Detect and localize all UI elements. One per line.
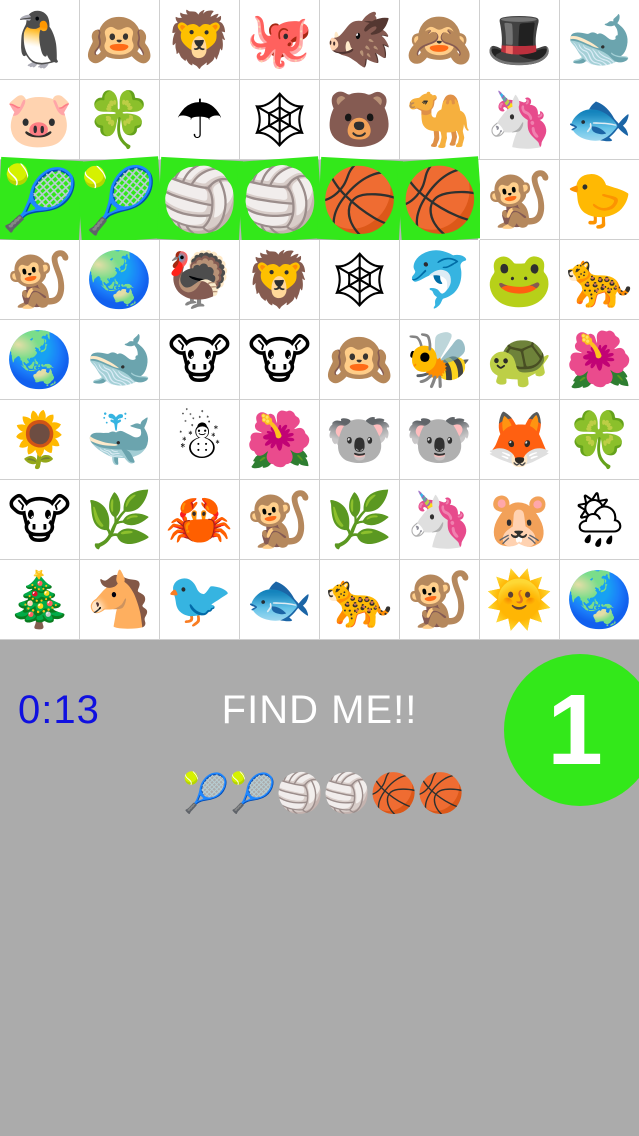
boar-icon[interactable]: 🐗 xyxy=(320,0,400,80)
leopard-icon[interactable]: 🐆 xyxy=(560,240,639,320)
volleyball-icon[interactable]: 🏐 xyxy=(236,156,324,244)
turkey-icon[interactable]: 🦃 xyxy=(160,240,240,320)
hibiscus-icon[interactable]: 🌺 xyxy=(240,400,320,480)
leopard-icon[interactable]: 🐆 xyxy=(320,560,400,640)
sun-with-face-icon[interactable]: 🌞 xyxy=(480,560,560,640)
crab-icon[interactable]: 🦀 xyxy=(160,480,240,560)
see-no-evil-monkey-icon[interactable]: 🙈 xyxy=(400,0,480,80)
horse-icon[interactable]: 🐴 xyxy=(80,560,160,640)
globe-icon[interactable]: 🌏 xyxy=(560,560,639,640)
fox-icon[interactable]: 🦊 xyxy=(480,400,560,480)
target-sequence: 🎾 🎾 🏐 🏐 🏀 🏀 xyxy=(182,770,465,816)
whale-icon[interactable]: 🐋 xyxy=(560,0,639,80)
globe-icon[interactable]: 🌏 xyxy=(0,320,80,400)
bee-icon[interactable]: 🐝 xyxy=(400,320,480,400)
umbrella-icon[interactable]: ☂ xyxy=(160,80,240,160)
sun-behind-rain-cloud-icon[interactable]: 🌦 xyxy=(560,480,639,560)
snowman-icon[interactable]: ☃ xyxy=(160,400,240,480)
hear-no-evil-monkey-icon[interactable]: 🙉 xyxy=(320,320,400,400)
chick-icon[interactable]: 🐤 xyxy=(560,160,639,240)
tennis-ball-icon[interactable]: 🎾 xyxy=(0,156,84,244)
level-badge[interactable]: 1 xyxy=(504,654,639,806)
fish-icon[interactable]: 🐟 xyxy=(560,80,639,160)
monkey-icon[interactable]: 🐒 xyxy=(480,160,560,240)
lion-icon[interactable]: 🦁 xyxy=(240,240,320,320)
grid-row: 🐷 🍀 ☂ 🕸 🐻 🐪 🦄 🐟 xyxy=(0,80,639,160)
volleyball-icon: 🏐 xyxy=(323,771,371,815)
grid-row: 🎾 🎾 🏐 🏐 🏀 🏀 🐒 🐤 xyxy=(0,156,639,244)
koala-icon[interactable]: 🐨 xyxy=(400,400,480,480)
cow-icon[interactable]: 🐮 xyxy=(160,320,240,400)
spider-web-icon[interactable]: 🕸 xyxy=(240,80,320,160)
whale-icon[interactable]: 🐋 xyxy=(80,320,160,400)
grid-row: 🐮 🌿 🦀 🐒 🌿 🦄 🐹 🌦 xyxy=(0,480,639,560)
spouting-whale-icon[interactable]: 🐳 xyxy=(80,400,160,480)
koala-icon[interactable]: 🐨 xyxy=(320,400,400,480)
herb-icon[interactable]: 🌿 xyxy=(80,480,160,560)
sunflower-icon[interactable]: 🌻 xyxy=(0,400,80,480)
grid-row: 🐧 🙉 🦁 🐙 🐗 🙈 🎩 🐋 xyxy=(0,0,639,80)
fish-icon[interactable]: 🐟 xyxy=(240,560,320,640)
bird-icon[interactable]: 🐦 xyxy=(160,560,240,640)
herb-icon[interactable]: 🌿 xyxy=(320,480,400,560)
volleyball-icon[interactable]: 🏐 xyxy=(156,156,244,244)
volleyball-icon: 🏐 xyxy=(276,771,324,815)
grid-row: 🎄 🐴 🐦 🐟 🐆 🐒 🌞 🌏 xyxy=(0,560,639,640)
basketball-icon: 🏀 xyxy=(417,771,465,815)
cow-icon[interactable]: 🐮 xyxy=(0,480,80,560)
game-screen: 🐧 🙉 🦁 🐙 🐗 🙈 🎩 🐋 🐷 🍀 ☂ 🕸 🐻 🐪 🦄 🐟 🎾 🎾 🏐 🏐 🏀 🏀 🐒 🐤 🐒 🌏 🦃 🦁 🕸 🐬 🐸 🐆 🌏 🐋 🐮 🐮 🙉 🐝 🐢 🌺… xyxy=(0,0,639,1136)
tennis-ball-icon: 🎾 xyxy=(229,771,277,815)
monkey-icon[interactable]: 🐒 xyxy=(0,240,80,320)
dolphin-icon[interactable]: 🐬 xyxy=(400,240,480,320)
hear-no-evil-monkey-icon[interactable]: 🙉 xyxy=(80,0,160,80)
lion-icon[interactable]: 🦁 xyxy=(160,0,240,80)
globe-icon[interactable]: 🌏 xyxy=(80,240,160,320)
hamster-icon[interactable]: 🐹 xyxy=(480,480,560,560)
octopus-icon[interactable]: 🐙 xyxy=(240,0,320,80)
basketball-icon: 🏀 xyxy=(370,771,418,815)
basketball-icon[interactable]: 🏀 xyxy=(316,156,404,244)
top-hat-icon[interactable]: 🎩 xyxy=(480,0,560,80)
pig-icon[interactable]: 🐷 xyxy=(0,80,80,160)
turtle-icon[interactable]: 🐢 xyxy=(480,320,560,400)
basketball-icon[interactable]: 🏀 xyxy=(396,156,484,244)
hud-panel: 0:13 FIND ME!! 🎾 🎾 🏐 🏐 🏀 🏀 1 xyxy=(0,640,639,1136)
bear-icon[interactable]: 🐻 xyxy=(320,80,400,160)
penguin-icon[interactable]: 🐧 xyxy=(0,0,80,80)
tennis-ball-icon[interactable]: 🎾 xyxy=(76,156,164,244)
camel-icon[interactable]: 🐪 xyxy=(400,80,480,160)
frog-icon[interactable]: 🐸 xyxy=(480,240,560,320)
grid-row: 🌏 🐋 🐮 🐮 🙉 🐝 🐢 🌺 xyxy=(0,320,639,400)
level-number: 1 xyxy=(547,673,603,786)
emoji-grid: 🐧 🙉 🦁 🐙 🐗 🙈 🎩 🐋 🐷 🍀 ☂ 🕸 🐻 🐪 🦄 🐟 🎾 🎾 🏐 🏐 🏀 🏀 🐒 🐤 🐒 🌏 🦃 🦁 🕸 🐬 🐸 🐆 🌏 🐋 🐮 🐮 🙉 🐝 🐢 🌺… xyxy=(0,0,639,640)
unicorn-icon[interactable]: 🦄 xyxy=(400,480,480,560)
monkey-icon[interactable]: 🐒 xyxy=(400,560,480,640)
hibiscus-icon[interactable]: 🌺 xyxy=(560,320,639,400)
four-leaf-clover-icon[interactable]: 🍀 xyxy=(80,80,160,160)
monkey-icon[interactable]: 🐒 xyxy=(240,480,320,560)
four-leaf-clover-icon[interactable]: 🍀 xyxy=(560,400,639,480)
grid-row: 🐒 🌏 🦃 🦁 🕸 🐬 🐸 🐆 xyxy=(0,240,639,320)
cow-icon[interactable]: 🐮 xyxy=(240,320,320,400)
grid-row: 🌻 🐳 ☃ 🌺 🐨 🐨 🦊 🍀 xyxy=(0,400,639,480)
tennis-ball-icon: 🎾 xyxy=(182,771,230,815)
christmas-tree-icon[interactable]: 🎄 xyxy=(0,560,80,640)
spider-web-icon[interactable]: 🕸 xyxy=(320,240,400,320)
unicorn-icon[interactable]: 🦄 xyxy=(480,80,560,160)
